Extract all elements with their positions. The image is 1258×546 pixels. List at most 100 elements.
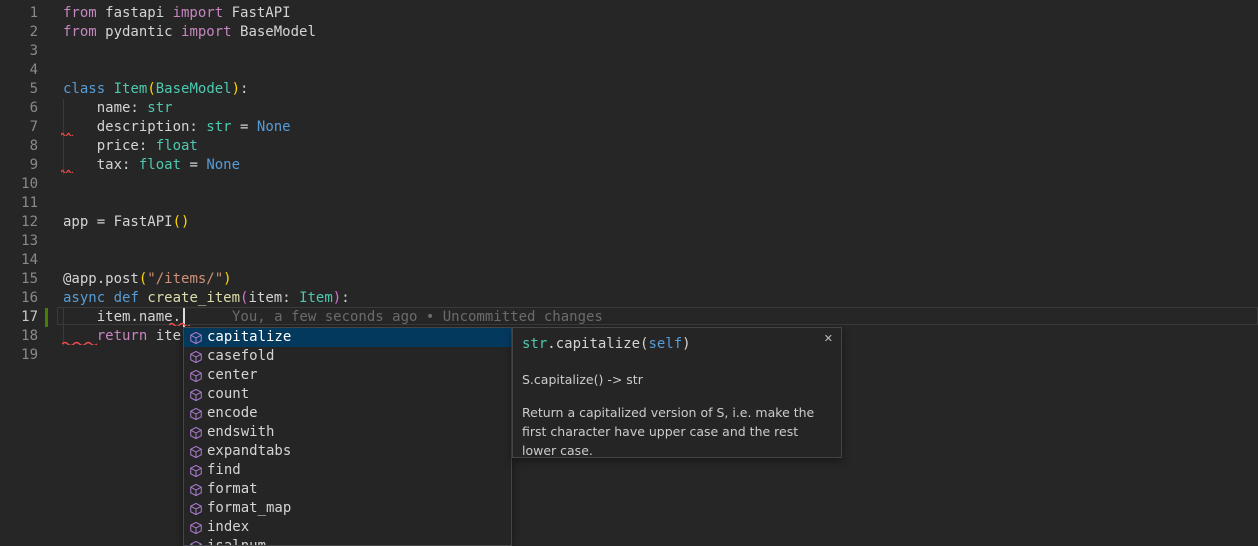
code-token: Item [299,290,333,306]
code-line[interactable]: 6 name: str [0,99,1258,118]
docs-description: Return a capitalized version of S, i.e. … [522,403,832,460]
code-token: fastapi [97,5,173,21]
docs-summary: S.capitalize() -> str [522,370,832,389]
line-number: 2 [0,23,38,42]
code-line[interactable]: 13 [0,232,1258,251]
suggest-item-label: find [207,461,241,480]
line-number: 16 [0,289,38,308]
signature-method: .capitalize( [547,336,648,352]
code-line[interactable]: 1from fastapi import FastAPI [0,4,1258,23]
code-token: None [257,119,291,135]
code-line[interactable]: 16 async def create_item(item: Item): [0,289,1258,308]
code-lines: 1from fastapi import FastAPI2from pydant… [0,4,1258,365]
suggest-item-format[interactable]: format [184,480,511,499]
code-token: @app.post [63,271,139,287]
code-line[interactable]: 7 description: str = None [0,118,1258,137]
line-number: 18 [0,327,38,346]
code-token: ) [333,290,341,306]
method-icon [188,349,204,365]
autocomplete-dropdown[interactable]: capitalizecasefoldcentercountencodeendsw… [183,327,512,546]
code-text: from pydantic import BaseModel [63,24,316,40]
code-text: @app.post("/items/") [63,271,232,287]
code-token: FastAPI [223,5,290,21]
code-text: description: str = None [63,119,291,135]
suggest-item-label: capitalize [207,328,291,347]
code-token: : [240,81,248,97]
code-line[interactable]: 3 [0,42,1258,61]
code-token: BaseModel [156,81,232,97]
code-token: = [181,157,206,173]
suggest-item-label: encode [207,404,258,423]
code-line[interactable]: 9 tax: float = None [0,156,1258,175]
error-squiggle [61,169,73,173]
suggest-item-isalnum[interactable]: isalnum [184,537,511,546]
code-text: item.name. [63,309,181,325]
code-token: create_item [147,290,240,306]
code-token: ite [147,328,181,344]
code-text: name: str [63,100,173,116]
code-line[interactable]: 8 price: float [0,137,1258,156]
suggest-item-format_map[interactable]: format_map [184,499,511,518]
code-token: BaseModel [232,24,316,40]
code-text: class Item(BaseModel): [63,81,248,97]
suggest-item-label: format_map [207,499,291,518]
line-number: 7 [0,118,38,137]
code-token: return [97,328,148,344]
error-squiggle [61,132,73,136]
code-token: from [63,24,97,40]
suggest-item-find[interactable]: find [184,461,511,480]
code-line[interactable]: 4 [0,61,1258,80]
code-token: None [206,157,240,173]
code-token: name: [63,100,147,116]
code-token [105,81,113,97]
code-token: app = FastAPI [63,214,173,230]
code-token: float [156,138,198,154]
signature-type: str [522,336,547,352]
code-token: def [114,290,139,306]
method-icon [188,482,204,498]
editor-pane[interactable]: 1from fastapi import FastAPI2from pydant… [0,0,1258,546]
code-token: = [232,119,257,135]
code-line[interactable]: 11 [0,194,1258,213]
code-line[interactable]: 5class Item(BaseModel): [0,80,1258,99]
line-number: 12 [0,213,38,232]
code-token: str [147,100,172,116]
method-icon [188,444,204,460]
code-token: import [181,24,232,40]
suggest-item-label: count [207,385,249,404]
suggest-item-expandtabs[interactable]: expandtabs [184,442,511,461]
code-text: async def create_item(item: Item): [63,290,350,306]
line-number: 11 [0,194,38,213]
method-icon [188,406,204,422]
code-line[interactable]: 10 [0,175,1258,194]
method-icon [188,501,204,517]
line-number: 3 [0,42,38,61]
suggest-item-index[interactable]: index [184,518,511,537]
code-line[interactable]: 15@app.post("/items/") [0,270,1258,289]
method-icon [188,425,204,441]
close-icon[interactable]: ✕ [824,333,833,344]
suggest-item-label: index [207,518,249,537]
method-icon [188,539,204,546]
code-line[interactable]: 12 app = FastAPI() [0,213,1258,232]
suggest-item-encode[interactable]: encode [184,404,511,423]
suggest-item-endswith[interactable]: endswith [184,423,511,442]
suggest-item-count[interactable]: count [184,385,511,404]
suggest-item-capitalize[interactable]: capitalize [184,328,511,347]
suggest-item-center[interactable]: center [184,366,511,385]
suggest-item-label: casefold [207,347,274,366]
code-token: str [206,119,231,135]
code-line[interactable]: 14 [0,251,1258,270]
code-token: async [63,290,105,306]
method-icon [188,368,204,384]
code-line[interactable]: 2 from pydantic import BaseModel [0,23,1258,42]
suggest-item-label: isalnum [207,537,266,546]
line-number: 1 [0,4,38,23]
code-token [105,290,113,306]
code-token: () [173,214,190,230]
suggest-item-label: format [207,480,258,499]
suggest-item-casefold[interactable]: casefold [184,347,511,366]
code-text: tax: float = None [63,157,240,173]
code-token: item.name. [63,309,181,325]
suggest-item-label: expandtabs [207,442,291,461]
